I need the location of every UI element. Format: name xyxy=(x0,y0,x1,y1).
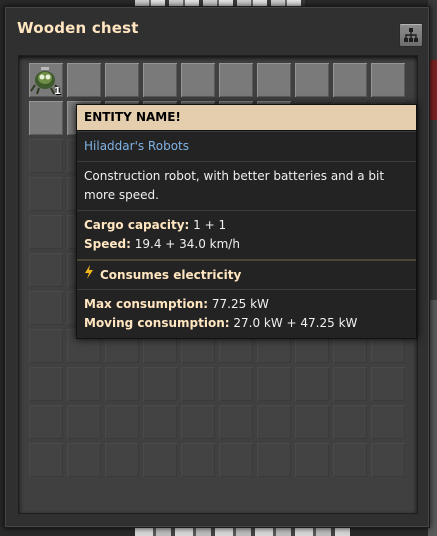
empty-slot xyxy=(371,367,405,401)
mod-name: Hiladdar's Robots xyxy=(84,139,189,153)
empty-slot xyxy=(29,405,63,439)
empty-slot xyxy=(67,405,101,439)
energy-section: Consumes electricity xyxy=(77,259,416,289)
empty-slot xyxy=(333,405,367,439)
inventory-slot[interactable] xyxy=(143,63,177,97)
empty-slot xyxy=(257,443,291,477)
empty-slot xyxy=(29,367,63,401)
speed-label: Speed: xyxy=(84,237,131,251)
tooltip-mod-section: Hiladdar's Robots xyxy=(77,131,416,161)
empty-slot xyxy=(295,405,329,439)
moving-consumption-label: Moving consumption: xyxy=(84,316,230,330)
empty-slot xyxy=(29,253,63,287)
empty-slot xyxy=(143,405,177,439)
cargo-label: Cargo capacity: xyxy=(84,218,190,232)
inventory-slot[interactable] xyxy=(333,63,367,97)
empty-slot xyxy=(181,405,215,439)
inventory-slot[interactable] xyxy=(29,101,63,135)
empty-slot xyxy=(219,367,253,401)
empty-slot xyxy=(105,443,139,477)
empty-slot xyxy=(181,443,215,477)
cargo-value: 1 + 1 xyxy=(193,218,227,232)
empty-slot xyxy=(295,367,329,401)
energy-title: Consumes electricity xyxy=(100,268,242,282)
empty-slot xyxy=(143,367,177,401)
empty-slot xyxy=(333,443,367,477)
empty-slot xyxy=(29,291,63,325)
inventory-slot[interactable] xyxy=(371,63,405,97)
empty-slot xyxy=(29,329,63,363)
moving-consumption-value: 27.0 kW + 47.25 kW xyxy=(233,316,358,330)
empty-slot xyxy=(105,405,139,439)
inventory-slot[interactable] xyxy=(295,63,329,97)
tooltip-header: ENTITY NAME! xyxy=(77,105,416,131)
empty-slot xyxy=(67,443,101,477)
tooltip-description: Construction robot, with better batterie… xyxy=(77,161,416,210)
empty-slot xyxy=(219,443,253,477)
logistic-network-icon xyxy=(404,28,418,42)
empty-slot xyxy=(29,139,63,173)
max-consumption-label: Max consumption: xyxy=(84,297,209,311)
inventory-slot[interactable] xyxy=(105,63,139,97)
empty-slot xyxy=(29,177,63,211)
inventory-slot[interactable] xyxy=(181,63,215,97)
chest-window: Wooden chest 1 ENTITY NAME! Hiladdar's R… xyxy=(4,6,430,528)
max-consumption-value: 77.25 kW xyxy=(211,297,269,311)
empty-slot xyxy=(105,367,139,401)
speed-value: 19.4 + 34.0 km/h xyxy=(134,237,240,251)
empty-slot xyxy=(371,405,405,439)
lightning-icon xyxy=(84,265,94,285)
inventory-slot[interactable] xyxy=(257,63,291,97)
inventory-slot-robot[interactable]: 1 xyxy=(29,63,63,97)
empty-slot xyxy=(371,443,405,477)
empty-slot xyxy=(29,215,63,249)
tooltip-stats: Cargo capacity: 1 + 1 Speed: 19.4 + 34.0… xyxy=(77,210,416,259)
window-title: Wooden chest xyxy=(17,19,139,37)
tooltip-consumption: Max consumption: 77.25 kW Moving consump… xyxy=(77,289,416,338)
slot-count: 1 xyxy=(54,86,61,97)
empty-slot xyxy=(257,367,291,401)
empty-slot xyxy=(181,367,215,401)
inventory-slot[interactable] xyxy=(219,63,253,97)
empty-slot xyxy=(67,367,101,401)
empty-slot xyxy=(29,443,63,477)
empty-slot xyxy=(295,443,329,477)
inventory-slot[interactable] xyxy=(67,63,101,97)
logistic-network-button[interactable] xyxy=(399,23,423,47)
empty-slot xyxy=(333,367,367,401)
empty-slot xyxy=(257,405,291,439)
empty-slot xyxy=(219,405,253,439)
empty-slot xyxy=(143,443,177,477)
item-tooltip: ENTITY NAME! Hiladdar's Robots Construct… xyxy=(76,104,417,339)
